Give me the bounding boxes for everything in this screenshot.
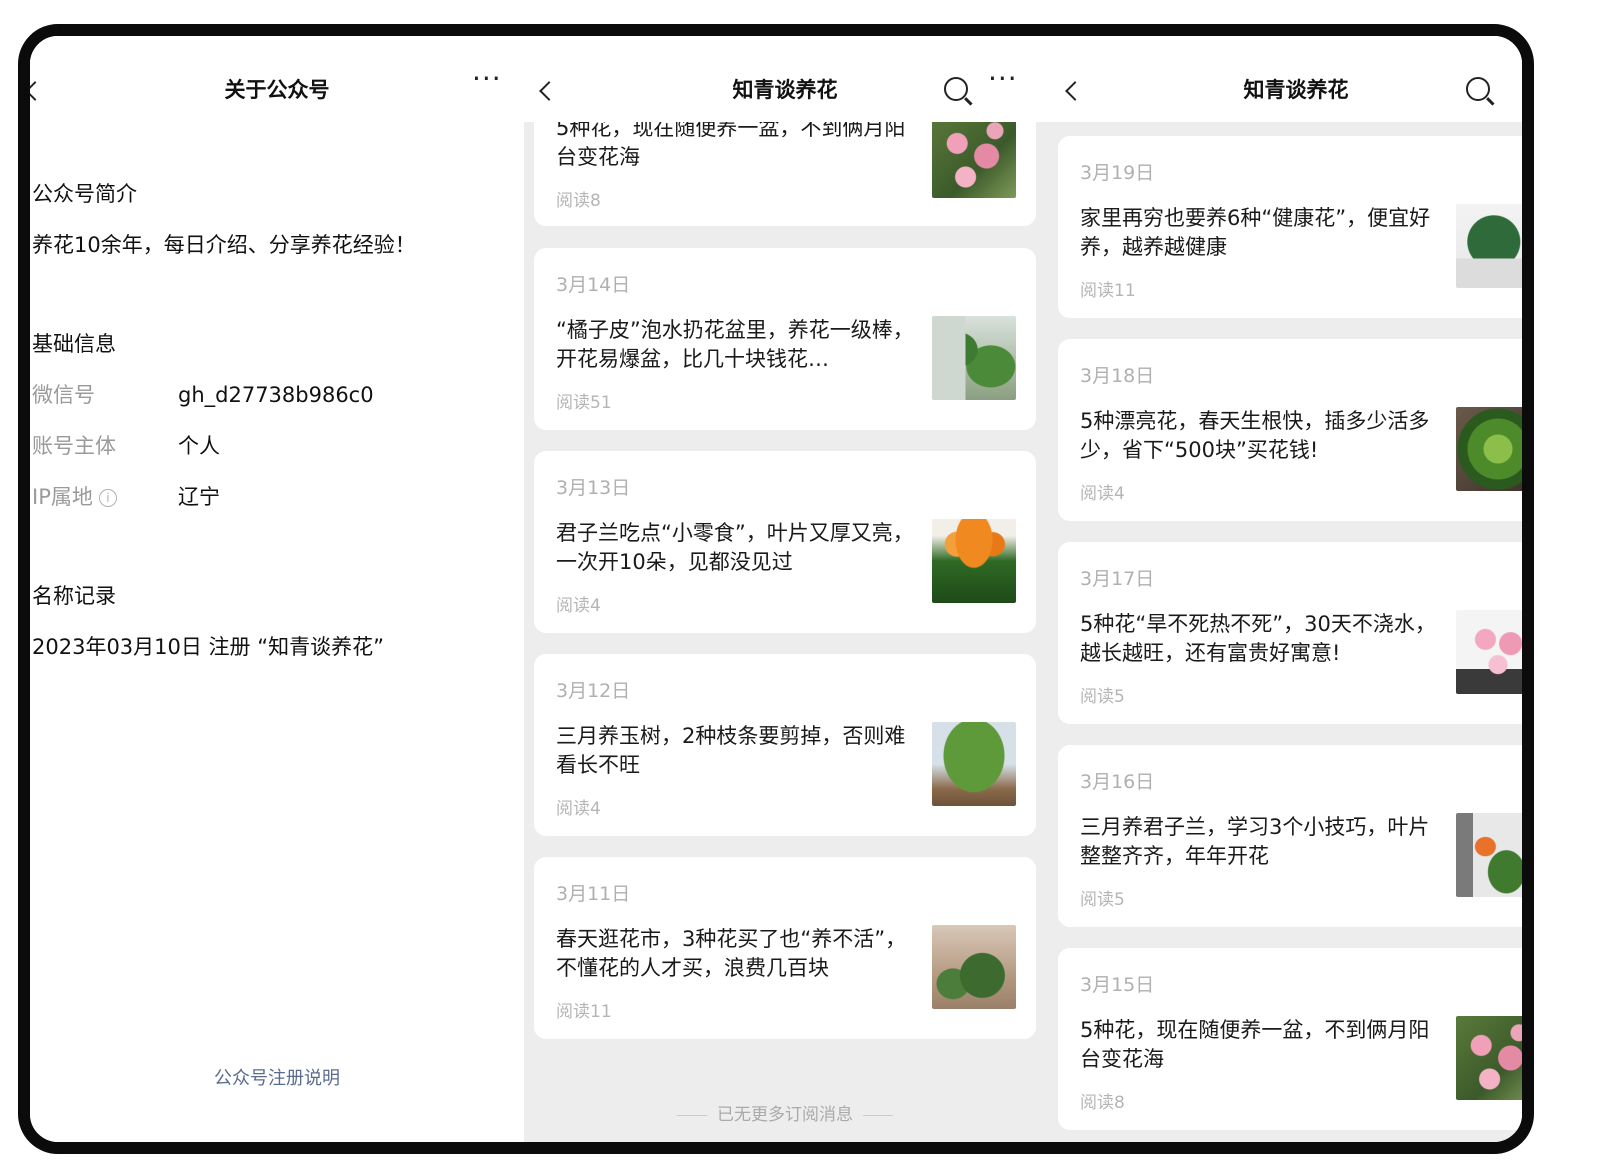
article-card[interactable]: 3月16日 三月养君子兰，学习3个小技巧，叶片整整齐齐，年年开花 阅读5: [1058, 745, 1522, 927]
article-card[interactable]: 3月13日 君子兰吃点“小零食”，叶片又厚又亮，一次开10朵，见都没见过 阅读4: [534, 451, 1036, 633]
nav-bar: 关于公众号 ···: [30, 36, 524, 122]
succulent-icon: [1456, 407, 1522, 491]
intro-heading: 公众号简介: [32, 182, 137, 206]
nav-bar: 知青谈养花 ···: [524, 36, 1046, 122]
clivia-pot-icon: [1456, 813, 1522, 897]
article-card[interactable]: 3月18日 5种漂亮花，春天生根快，插多少活多少，省下“500块”买花钱! 阅读…: [1058, 339, 1522, 521]
article-card[interactable]: 3月17日 5种花“旱不死热不死”，30天不浇水，越长越旺，还有富贵好寓意! 阅…: [1058, 542, 1522, 724]
name-record-text: 2023年03月10日 注册 “知青谈养花”: [32, 635, 384, 659]
intro-text: 养花10余年，每日介绍、分享养花经验！: [32, 233, 416, 257]
aloe-icon: [1456, 204, 1522, 288]
article-list-panel: 知青谈养花 ··· 5种花，现在随便养一盆，不到俩月阳台变花海 阅读8 3月14…: [524, 36, 1046, 1142]
search-icon[interactable]: [944, 77, 968, 101]
page-title: 关于公众号: [224, 78, 330, 102]
article-card[interactable]: 3月12日 三月养玉树，2种枝条要剪掉，否则难看长不旺 阅读4: [534, 654, 1036, 836]
more-icon[interactable]: ···: [472, 62, 502, 95]
roses-icon: [1456, 1016, 1522, 1100]
desert-rose-icon: [1456, 610, 1522, 694]
search-icon[interactable]: [1466, 77, 1490, 101]
indoor-plants-icon: [932, 316, 1016, 400]
article-card[interactable]: 3月19日 家里再穷也要养6种“健康花”，便宜好养，越养越健康 阅读11: [1058, 136, 1522, 318]
more-icon[interactable]: ···: [988, 62, 1018, 95]
info-row-ip: IP属地 i 辽宁: [32, 485, 220, 509]
info-row-owner: 账号主体 个人: [32, 434, 220, 458]
no-more-messages: 已无更多订阅消息: [524, 1100, 1046, 1125]
info-row-wechat-id: 微信号 gh_d27738b986c0: [32, 383, 374, 407]
device-frame: 66 关于公众号 ··· 公众号简介 养花10余年，每日介绍、分享养花经验！ 基…: [18, 24, 1534, 1154]
basic-info-heading: 基础信息: [32, 332, 116, 356]
name-record-heading: 名称记录: [32, 584, 116, 608]
clivia-icon: [932, 519, 1016, 603]
jade-tree-icon: [932, 722, 1016, 806]
flower-market-icon: [932, 925, 1016, 1009]
article-list-panel-2: 知青谈养花 3月19日 家里再穷也要养6种“健康花”，便宜好养，越养越健康 阅读…: [1046, 36, 1522, 1142]
nav-bar: 知青谈养花: [1046, 36, 1522, 122]
article-card[interactable]: 3月14日 “橘子皮”泡水扔花盆里，养花一级棒，开花易爆盆，比几十块钱花… 阅读…: [534, 248, 1036, 430]
roses-icon: [932, 114, 1016, 198]
article-card[interactable]: 3月15日 5种花，现在随便养一盆，不到俩月阳台变花海 阅读8: [1058, 948, 1522, 1130]
page-title: 知青谈养花: [1243, 78, 1349, 102]
info-icon[interactable]: i: [98, 489, 117, 507]
about-account-panel: 关于公众号 ··· 公众号简介 养花10余年，每日介绍、分享养花经验！ 基础信息…: [30, 36, 524, 1142]
register-info-link[interactable]: 公众号注册说明: [30, 1064, 524, 1090]
article-card[interactable]: 3月11日 春天逛花市，3种花买了也“养不活”，不懂花的人才买，浪费几百块 阅读…: [534, 857, 1036, 1039]
